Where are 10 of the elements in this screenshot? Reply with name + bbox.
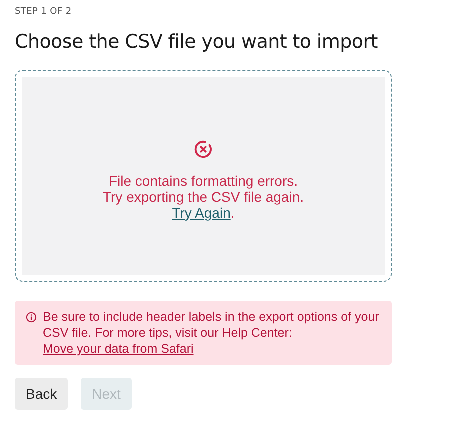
step-label: STEP 1 OF 2	[15, 6, 73, 18]
notice-text: Be sure to include header labels in the export options of your CSV file. For more tips, visit our Help Center: Move your data from Safari	[43, 309, 380, 357]
drop-zone[interactable]: File contains formatting errors. Try exporting the CSV file again. Try Again.	[15, 70, 392, 282]
help-link[interactable]: Move your data from Safari	[43, 342, 194, 356]
nav-button[interactable]: Back	[15, 378, 68, 410]
try-again-link[interactable]: Try Again	[172, 204, 231, 220]
error-icon	[194, 140, 213, 158]
page-title: Choose the CSV file you want to import	[15, 30, 379, 54]
error-message: File contains formatting errors. Try exporting the CSV file again. Try Again.	[102, 172, 304, 220]
info-icon	[26, 312, 37, 323]
